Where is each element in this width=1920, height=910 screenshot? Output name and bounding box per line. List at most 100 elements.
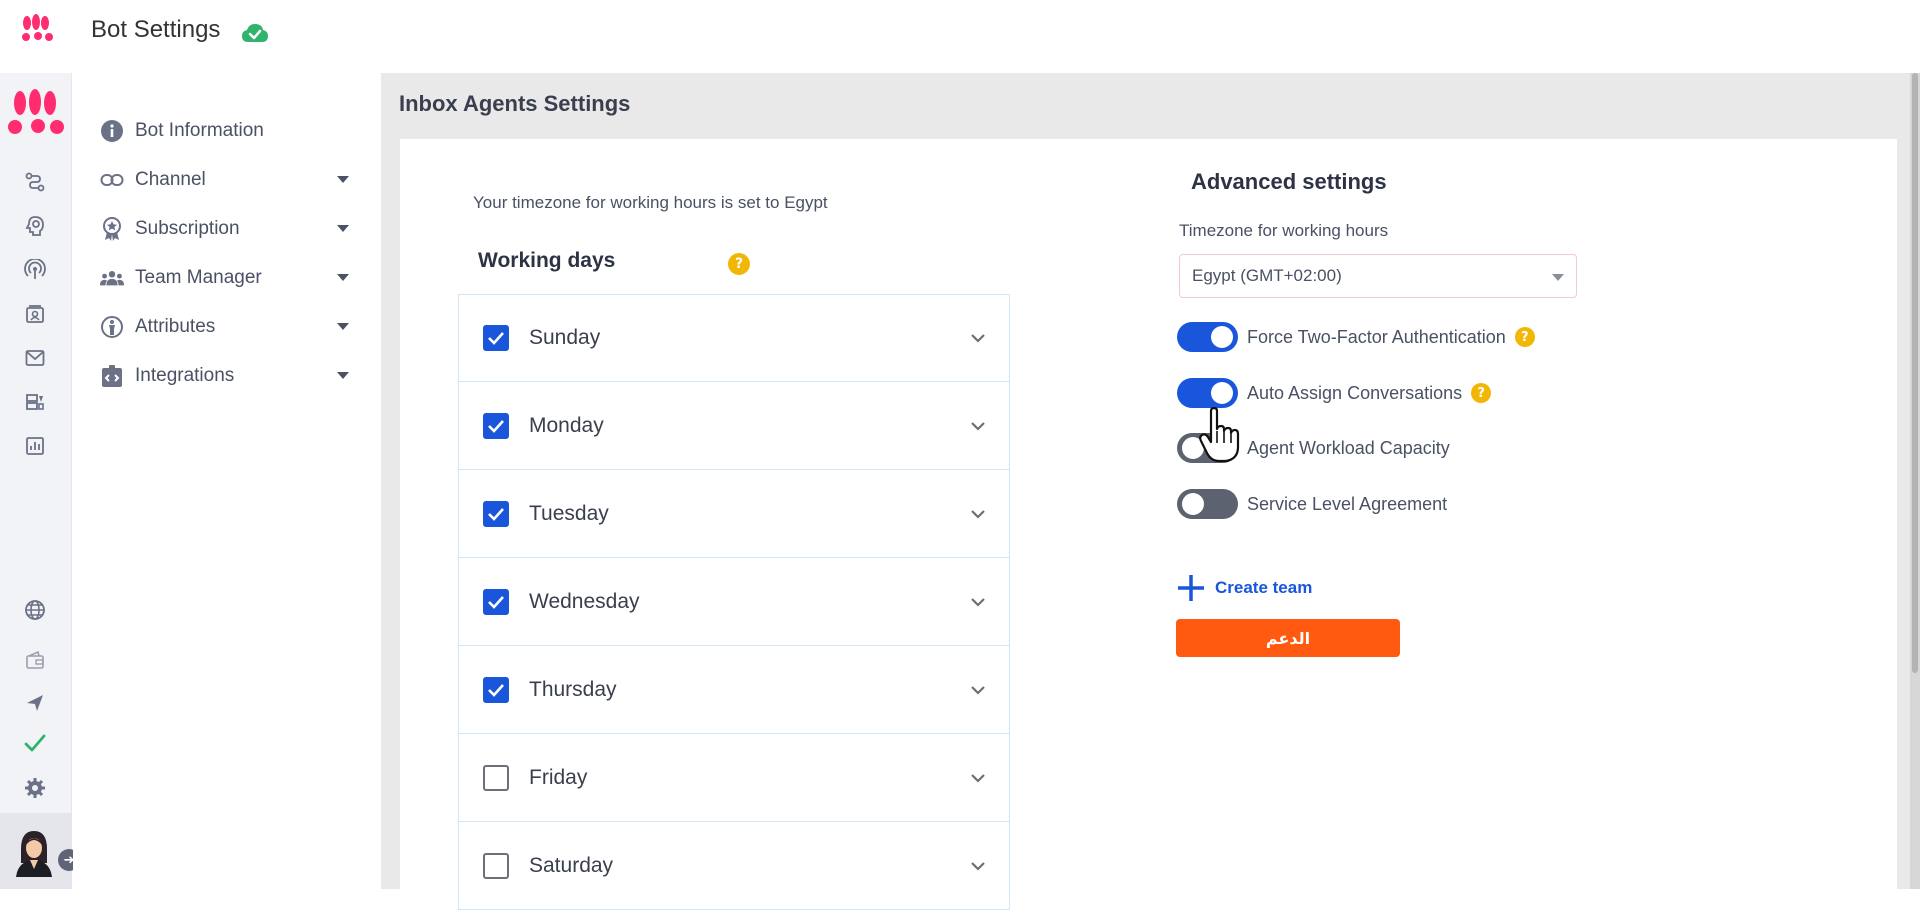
day-checkbox[interactable] <box>483 764 509 791</box>
templates-icon[interactable] <box>22 389 48 415</box>
timezone-value: Egypt (GMT+02:00) <box>1192 266 1342 285</box>
nav-item-bot-information[interactable]: Bot Information <box>99 113 349 149</box>
day-label: Saturday <box>529 853 614 877</box>
nav-item-label: Bot Information <box>135 120 264 141</box>
toggle-knob <box>1211 382 1233 404</box>
wallet-icon[interactable] <box>22 647 48 673</box>
day-label: Tuesday <box>529 501 609 525</box>
toggle-label: Force Two-Factor Authentication <box>1247 326 1506 347</box>
day-checkbox[interactable] <box>483 500 509 527</box>
chevron-down-icon[interactable] <box>337 372 349 379</box>
top-bar: Bot Settings <box>0 0 1920 73</box>
page-title: Bot Settings <box>91 16 221 43</box>
advanced-settings-title: Advanced settings <box>1191 169 1387 194</box>
nav-item-channel[interactable]: Channel <box>99 162 349 198</box>
toggle-row-auto-assign: Auto Assign Conversations ? <box>1177 377 1492 409</box>
nav-item-integrations[interactable]: Integrations <box>99 358 349 394</box>
day-row-thursday[interactable]: Thursday <box>458 646 1010 734</box>
send-icon[interactable] <box>22 690 48 716</box>
chevron-down-icon[interactable] <box>337 274 349 281</box>
rail-brand-logo-icon[interactable] <box>5 87 65 139</box>
settings-icon[interactable] <box>22 775 48 801</box>
support-button[interactable]: الدعم <box>1176 619 1400 657</box>
nav-item-label: Integrations <box>135 365 235 386</box>
nav-item-label: Attributes <box>135 316 216 337</box>
team-icon <box>99 265 125 291</box>
working-days-title: Working days <box>478 249 616 272</box>
scrollbar-thumb[interactable] <box>1912 73 1918 673</box>
create-team-label: Create team <box>1215 578 1313 597</box>
day-row-friday[interactable]: Friday <box>458 734 1010 822</box>
day-checkbox[interactable] <box>483 852 509 879</box>
day-checkbox[interactable] <box>483 676 509 703</box>
day-label: Wednesday <box>529 589 640 613</box>
day-row-sunday[interactable]: Sunday <box>458 294 1010 382</box>
help-icon[interactable]: ? <box>1471 383 1492 403</box>
day-row-tuesday[interactable]: Tuesday <box>458 470 1010 558</box>
nav-item-attributes[interactable]: Attributes <box>99 309 349 345</box>
auto-assign-toggle[interactable] <box>1177 378 1238 408</box>
icon-rail: ➜ <box>0 73 80 889</box>
settings-card: Your timezone for working hours is set t… <box>400 139 1897 910</box>
day-row-saturday[interactable]: Saturday <box>458 822 1010 910</box>
settings-nav: Bot Information Channel Subscription Tea… <box>73 73 381 889</box>
chevron-down-icon[interactable] <box>337 176 349 183</box>
chevron-down-icon[interactable] <box>967 327 989 349</box>
toggle-label: Auto Assign Conversations <box>1247 382 1463 403</box>
toggle-label: Service Level Agreement <box>1247 493 1448 514</box>
chevron-down-icon <box>1552 274 1564 281</box>
toggle-row-sla: Service Level Agreement <box>1177 488 1447 520</box>
contacts-icon[interactable] <box>22 301 48 327</box>
mail-icon[interactable] <box>22 345 48 371</box>
section-title: Inbox Agents Settings <box>399 91 631 116</box>
chevron-down-icon[interactable] <box>967 855 989 877</box>
create-team-button[interactable]: Create team <box>1175 571 1312 605</box>
day-row-wednesday[interactable]: Wednesday <box>458 558 1010 646</box>
chevron-down-icon[interactable] <box>967 415 989 437</box>
toggle-knob <box>1211 326 1233 348</box>
chevron-down-icon[interactable] <box>967 591 989 613</box>
day-checkbox[interactable] <box>483 588 509 615</box>
plus-icon <box>1178 575 1204 601</box>
toggle-row-two-factor: Force Two-Factor Authentication ? <box>1177 321 1535 353</box>
nav-item-subscription[interactable]: Subscription <box>99 211 349 247</box>
nav-item-team-manager[interactable]: Team Manager <box>99 260 349 296</box>
day-checkbox[interactable] <box>483 325 509 351</box>
day-label: Sunday <box>529 326 601 349</box>
globe-icon[interactable] <box>22 597 48 623</box>
integrations-icon <box>99 363 125 389</box>
hand-cursor-icon <box>1199 407 1240 463</box>
check-icon[interactable] <box>22 730 48 756</box>
day-label: Friday <box>529 765 588 789</box>
chevron-down-icon[interactable] <box>337 323 349 330</box>
day-label: Thursday <box>529 677 617 701</box>
help-icon[interactable]: ? <box>728 253 750 275</box>
help-icon[interactable]: ? <box>1514 327 1535 347</box>
analytics-icon[interactable] <box>22 433 48 459</box>
sla-toggle[interactable] <box>1177 489 1238 519</box>
two-factor-toggle[interactable] <box>1177 322 1238 352</box>
timezone-select[interactable]: Egypt (GMT+02:00) <box>1179 254 1577 298</box>
chevron-down-icon[interactable] <box>967 503 989 525</box>
user-profile-area: ➜ <box>0 813 80 889</box>
link-icon <box>99 167 125 193</box>
workflow-icon[interactable] <box>22 169 48 195</box>
toggle-knob <box>1182 493 1204 515</box>
info-icon <box>99 118 125 144</box>
badge-icon <box>99 216 125 242</box>
broadcast-icon[interactable] <box>22 257 48 283</box>
brand-logo-icon[interactable] <box>18 12 54 44</box>
day-row-monday[interactable]: Monday <box>458 382 1010 470</box>
day-checkbox[interactable] <box>483 412 509 439</box>
day-label: Monday <box>529 413 604 437</box>
nav-item-label: Subscription <box>135 218 240 239</box>
main-content: Inbox Agents Settings Your timezone for … <box>381 73 1920 910</box>
chevron-down-icon[interactable] <box>967 679 989 701</box>
cloud-check-icon <box>242 24 268 42</box>
chevron-down-icon[interactable] <box>967 767 989 789</box>
toggle-label: Agent Workload Capacity <box>1247 437 1450 458</box>
avatar[interactable] <box>13 827 55 877</box>
chevron-down-icon[interactable] <box>337 225 349 232</box>
bot-head-icon[interactable] <box>22 213 48 239</box>
scrollbar[interactable] <box>1910 73 1920 889</box>
